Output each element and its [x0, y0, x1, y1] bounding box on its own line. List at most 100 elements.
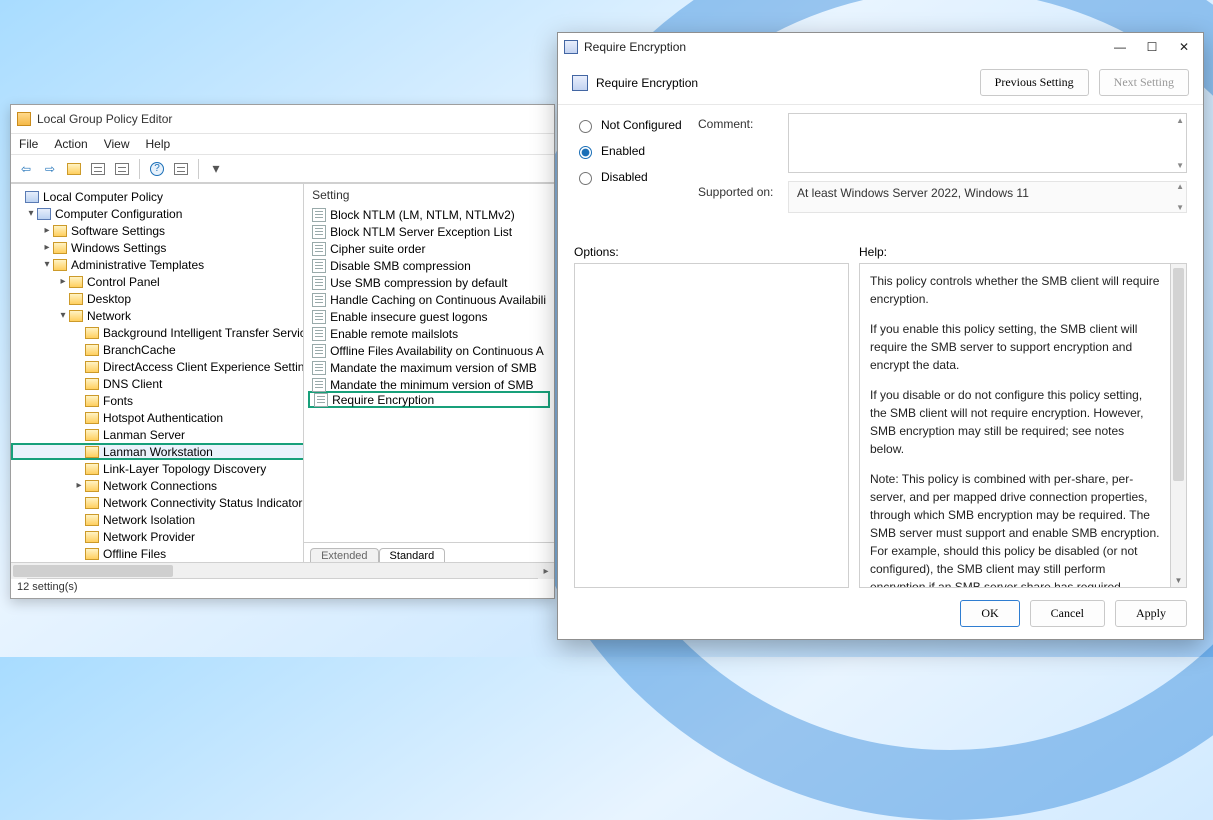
menu-file[interactable]: File	[19, 137, 38, 151]
settings-pane: Setting Block NTLM (LM, NTLM, NTLMv2) Bl…	[304, 184, 554, 562]
gpedit-title: Local Group Policy Editor	[37, 112, 172, 126]
help-scrollbar[interactable]: ▲ ▼	[1171, 263, 1187, 588]
setting-require-encryption[interactable]: Require Encryption	[308, 391, 550, 408]
scroll-down-icon[interactable]: ▼	[1176, 203, 1184, 212]
twisty-icon[interactable]: ▾	[57, 310, 69, 321]
twisty-icon[interactable]: ▸	[41, 242, 53, 253]
settings-list[interactable]: Block NTLM (LM, NTLM, NTLMv2) Block NTLM…	[304, 206, 554, 542]
scroll-right-icon[interactable]: ▸	[538, 563, 554, 579]
dialog-title: Require Encryption	[584, 40, 686, 54]
toolbar-list[interactable]	[170, 158, 192, 180]
radio-disabled[interactable]: Disabled	[574, 169, 682, 185]
apply-button[interactable]: Apply	[1115, 600, 1187, 627]
policy-item-icon	[312, 208, 326, 222]
menu-action[interactable]: Action	[54, 137, 87, 151]
policy-item-icon	[312, 378, 326, 392]
twisty-icon[interactable]: ▸	[73, 480, 85, 491]
setting-row[interactable]: Enable insecure guest logons	[304, 308, 554, 325]
scroll-up-icon[interactable]: ▲	[1176, 182, 1184, 191]
tree-root[interactable]: Local Computer Policy	[43, 190, 163, 204]
dialog-titlebar[interactable]: Require Encryption — ☐ ✕	[558, 33, 1203, 61]
tree-windows-settings[interactable]: Windows Settings	[71, 241, 166, 255]
tree-item[interactable]: Network Isolation	[103, 513, 195, 527]
next-setting-button[interactable]: Next Setting	[1099, 69, 1189, 96]
folder-icon	[85, 463, 99, 475]
setting-row[interactable]: Block NTLM Server Exception List	[304, 223, 554, 240]
comment-textarea[interactable]: ▲▼	[788, 113, 1187, 173]
toolbar-forward[interactable]: ⇨	[39, 158, 61, 180]
tree-item[interactable]: Background Intelligent Transfer Service	[103, 326, 304, 340]
scroll-up-icon[interactable]: ▲	[1176, 116, 1184, 125]
tab-extended[interactable]: Extended	[310, 548, 378, 562]
tree-item[interactable]: Offline Files	[103, 547, 166, 561]
menu-view[interactable]: View	[104, 137, 130, 151]
toolbar-help[interactable]: ?	[146, 158, 168, 180]
toolbar-up[interactable]	[63, 158, 85, 180]
tree-item[interactable]: BranchCache	[103, 343, 176, 357]
scroll-down-icon[interactable]: ▼	[1171, 573, 1186, 587]
setting-row[interactable]: Handle Caching on Continuous Availabili	[304, 291, 554, 308]
tree-horizontal-scrollbar[interactable]: ◂ ▸	[11, 562, 554, 578]
toolbar-properties[interactable]	[111, 158, 133, 180]
tree-item[interactable]: Link-Layer Topology Discovery	[103, 462, 266, 476]
scrollbar-thumb[interactable]	[13, 565, 173, 577]
options-box[interactable]	[574, 263, 849, 588]
minimize-icon[interactable]: —	[1113, 40, 1127, 54]
tree-control-panel[interactable]: Control Panel	[87, 275, 160, 289]
tree-item[interactable]: Network Connectivity Status Indicator	[103, 496, 302, 510]
tree-network[interactable]: Network	[87, 309, 131, 323]
nav-tree[interactable]: Local Computer Policy ▾ Computer Configur…	[11, 184, 304, 562]
folder-icon	[85, 327, 99, 339]
toolbar-back[interactable]: ⇦	[15, 158, 37, 180]
folder-icon	[53, 242, 67, 254]
tree-item[interactable]: Hotspot Authentication	[103, 411, 223, 425]
tree-item[interactable]: Network Connections	[103, 479, 217, 493]
radio-not-configured[interactable]: Not Configured	[574, 117, 682, 133]
gpedit-titlebar[interactable]: Local Group Policy Editor	[11, 105, 554, 133]
policy-item-icon	[314, 393, 328, 407]
tree-item[interactable]: Fonts	[103, 394, 133, 408]
folder-icon	[85, 446, 99, 458]
tree-item[interactable]: Lanman Server	[103, 428, 185, 442]
policy-item-icon	[312, 327, 326, 341]
setting-row[interactable]: Mandate the maximum version of SMB	[304, 359, 554, 376]
status-bar: 12 setting(s)	[11, 578, 554, 598]
tree-lanman-workstation[interactable]: Lanman Workstation	[103, 445, 213, 459]
setting-row[interactable]: Cipher suite order	[304, 240, 554, 257]
setting-row[interactable]: Use SMB compression by default	[304, 274, 554, 291]
twisty-icon[interactable]: ▾	[41, 259, 53, 270]
maximize-icon[interactable]: ☐	[1145, 40, 1159, 54]
tree-item[interactable]: DirectAccess Client Experience Settings	[103, 360, 304, 374]
setting-row[interactable]: Disable SMB compression	[304, 257, 554, 274]
setting-row[interactable]: Block NTLM (LM, NTLM, NTLMv2)	[304, 206, 554, 223]
scrollbar-thumb[interactable]	[1173, 268, 1184, 481]
scroll-down-icon[interactable]: ▼	[1176, 161, 1184, 170]
twisty-icon[interactable]: ▸	[41, 225, 53, 236]
tree-admin-templates[interactable]: Administrative Templates	[71, 258, 204, 272]
twisty-icon[interactable]: ▸	[57, 276, 69, 287]
ok-button[interactable]: OK	[960, 600, 1019, 627]
tree-item[interactable]: Network Provider	[103, 530, 195, 544]
setting-row[interactable]: Offline Files Availability on Continuous…	[304, 342, 554, 359]
tab-standard[interactable]: Standard	[379, 548, 446, 562]
toolbar-show-tree[interactable]	[87, 158, 109, 180]
previous-setting-button[interactable]: Previous Setting	[980, 69, 1089, 96]
setting-row[interactable]: Enable remote mailslots	[304, 325, 554, 342]
folder-icon	[85, 361, 99, 373]
setting-row[interactable]: Mandate the minimum version of SMB	[304, 376, 554, 393]
tree-computer-config[interactable]: Computer Configuration	[55, 207, 182, 221]
close-icon[interactable]: ✕	[1177, 40, 1191, 54]
comment-label: Comment:	[698, 113, 788, 131]
radio-enabled[interactable]: Enabled	[574, 143, 682, 159]
settings-header[interactable]: Setting	[304, 184, 554, 206]
twisty-icon[interactable]: ▾	[25, 208, 37, 219]
tree-software-settings[interactable]: Software Settings	[71, 224, 165, 238]
cancel-button[interactable]: Cancel	[1030, 600, 1105, 627]
dialog-icon	[564, 40, 578, 54]
tree-item[interactable]: DNS Client	[103, 377, 162, 391]
toolbar-filter[interactable]: ▾	[205, 158, 227, 180]
help-text: This policy controls whether the SMB cli…	[870, 272, 1160, 308]
menu-help[interactable]: Help	[146, 137, 171, 151]
policy-item-icon	[312, 361, 326, 375]
tree-desktop[interactable]: Desktop	[87, 292, 131, 306]
